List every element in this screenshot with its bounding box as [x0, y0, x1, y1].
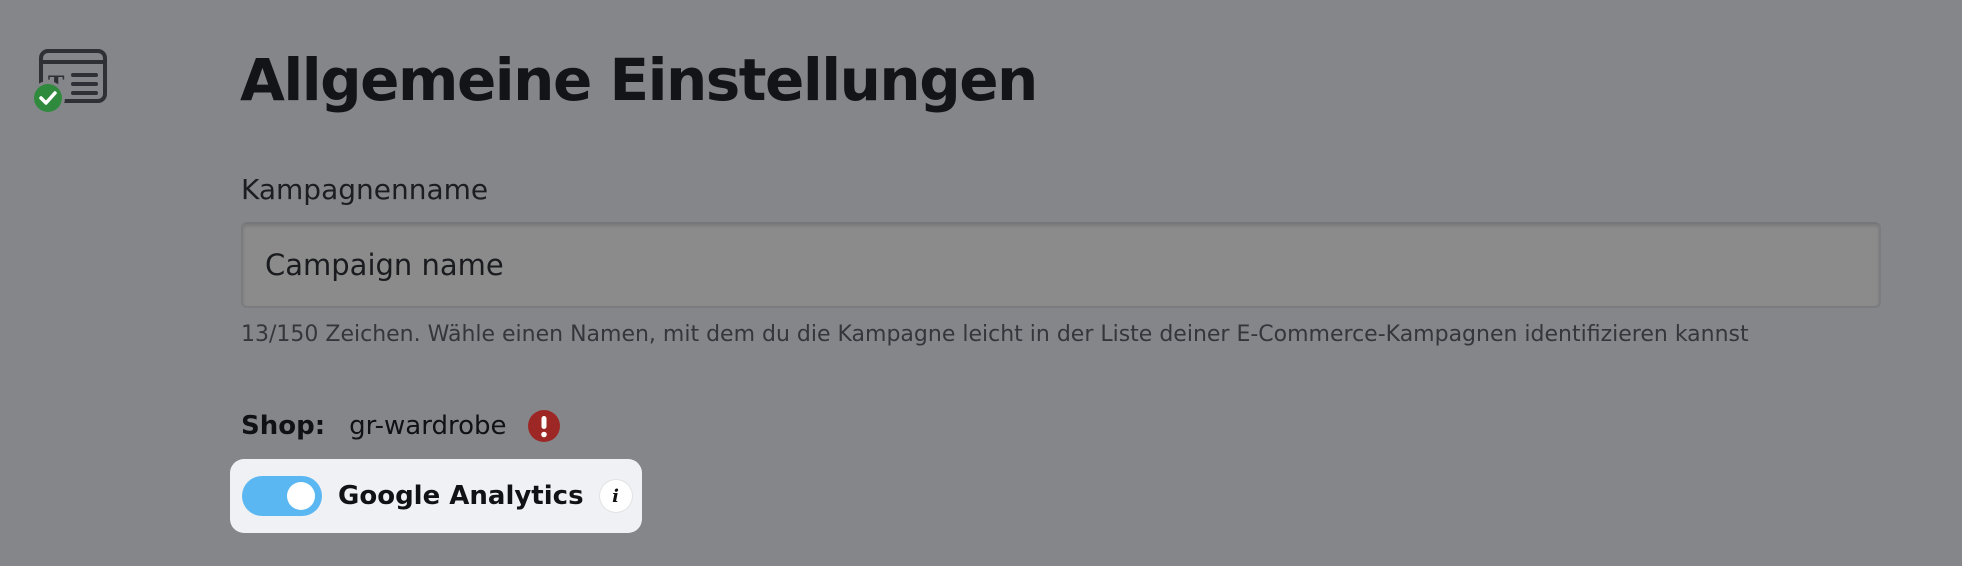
toggle-knob — [287, 482, 315, 510]
campaign-name-label: Kampagnenname — [241, 173, 489, 206]
shop-value: gr-wardrobe — [349, 411, 507, 441]
campaign-name-hint: 13/150 Zeichen. Wähle einen Namen, mit d… — [241, 322, 1749, 347]
google-analytics-toggle[interactable] — [242, 476, 322, 516]
page-title: Allgemeine Einstellungen — [240, 46, 1038, 114]
step-text-card-icon: T — [30, 48, 110, 116]
google-analytics-label: Google Analytics — [338, 481, 584, 511]
campaign-name-input[interactable] — [241, 222, 1881, 308]
shop-label: Shop: — [241, 411, 326, 441]
exclamation-circle-icon[interactable] — [528, 410, 561, 442]
info-icon[interactable]: i — [599, 480, 632, 512]
check-circle-icon — [31, 81, 65, 115]
google-analytics-option: Google Analytics i — [230, 459, 642, 533]
shop-row: Shop: gr-wardrobe — [241, 406, 561, 446]
